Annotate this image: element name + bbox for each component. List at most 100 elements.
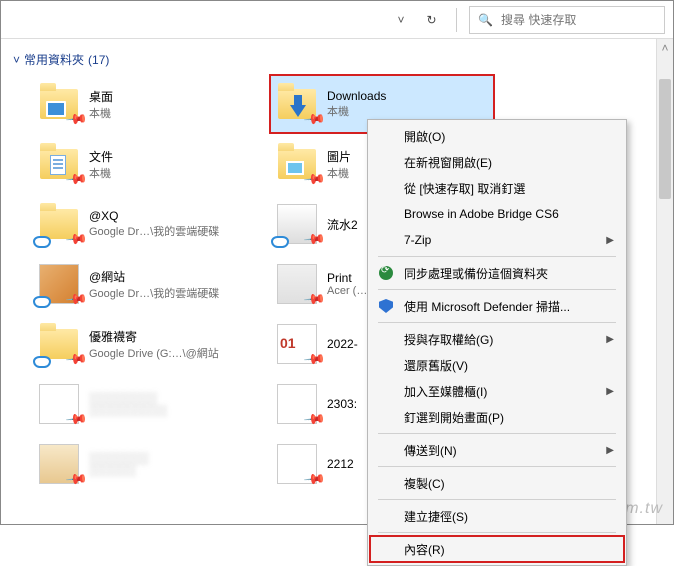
group-count: (17) <box>88 53 109 67</box>
item-icon: 📌 <box>37 322 81 366</box>
item-text: @網站 Google Dr…\我的雲端硬碟 <box>89 268 251 301</box>
item-title: @XQ <box>89 209 251 223</box>
cloud-icon <box>33 236 51 248</box>
item-title: @網站 <box>89 268 251 285</box>
item-text: 優雅襪寄 Google Drive (G:…\@網站 <box>89 328 251 361</box>
folder-item[interactable]: 📌 ░░░░░░░░ ░░░░░░░░░░ <box>33 376 255 432</box>
item-icon: 📌 <box>37 82 81 126</box>
folder-item[interactable]: 📌 優雅襪寄 Google Drive (G:…\@網站 <box>33 316 255 372</box>
menu-label: 內容(R) <box>404 541 445 558</box>
menu-item[interactable]: 內容(R) <box>370 536 624 562</box>
menu-separator <box>378 466 616 467</box>
scroll-up-icon[interactable]: ˄ <box>657 39 673 56</box>
menu-label: 加入至媒體櫃(I) <box>404 383 487 400</box>
item-subtitle: Google Dr…\我的雲端硬碟 <box>89 223 251 239</box>
menu-label: 開啟(O) <box>404 128 445 145</box>
menu-separator <box>378 532 616 533</box>
search-icon: 🔍 <box>478 13 493 27</box>
item-icon: 📌 <box>37 442 81 486</box>
item-icon: 📌 <box>275 82 319 126</box>
menu-item[interactable]: 加入至媒體櫃(I) ▶ <box>370 378 624 404</box>
menu-label: 使用 Microsoft Defender 掃描... <box>404 298 570 315</box>
refresh-button[interactable]: ↻ <box>419 7 444 33</box>
item-icon: 📌 <box>275 142 319 186</box>
menu-item[interactable]: 複製(C) <box>370 470 624 496</box>
menu-separator <box>378 499 616 500</box>
item-subtitle: 本機 <box>89 165 251 181</box>
menu-label: 授與存取權給(G) <box>404 331 493 348</box>
folder-item[interactable]: 📌 文件 本機 <box>33 136 255 192</box>
chevron-right-icon: ▶ <box>606 386 614 397</box>
item-text: @XQ Google Dr…\我的雲端硬碟 <box>89 209 251 239</box>
menu-label: 7-Zip <box>404 233 431 247</box>
chevron-down-icon: ˅ <box>13 53 20 67</box>
item-subtitle: Google Dr…\我的雲端硬碟 <box>89 285 251 301</box>
menu-label: 釘選到開始畫面(P) <box>404 409 504 426</box>
item-icon: 📌 <box>275 262 319 306</box>
menu-label: 傳送到(N) <box>404 442 457 459</box>
folder-item[interactable]: 📌 @網站 Google Dr…\我的雲端硬碟 <box>33 256 255 312</box>
menu-item[interactable]: 傳送到(N)▶ <box>370 437 624 463</box>
address-dropdown[interactable]: ˅ <box>389 8 413 32</box>
menu-item[interactable]: 從 [快速存取] 取消釘選 <box>370 175 624 201</box>
menu-label: 同步處理或備份這個資料夾 <box>404 265 548 282</box>
item-title: 桌面 <box>89 88 251 105</box>
menu-item[interactable]: 開啟(O) <box>370 123 624 149</box>
cloud-icon <box>33 296 51 308</box>
chevron-right-icon: ▶ <box>606 235 614 246</box>
folder-item[interactable]: 📌 桌面 本機 <box>33 76 255 132</box>
search-input[interactable] <box>501 13 656 27</box>
item-subtitle: ░░░░░░ <box>89 465 251 477</box>
item-icon: 📌 <box>37 382 81 426</box>
item-icon: 📌 <box>37 262 81 306</box>
menu-label: 建立捷徑(S) <box>404 508 468 525</box>
folder-item[interactable]: 📌 @XQ Google Dr…\我的雲端硬碟 <box>33 196 255 252</box>
folder-item[interactable]: 📌 ░░░░░░░ ░░░░░░ <box>33 436 255 492</box>
sync-icon <box>378 265 394 281</box>
scroll-thumb[interactable] <box>659 79 671 199</box>
item-text: ░░░░░░░░ ░░░░░░░░░░ <box>89 391 251 417</box>
group-header[interactable]: ˅ 常用資料夾 (17) <box>13 47 661 76</box>
chevron-right-icon: ▶ <box>606 334 614 345</box>
item-subtitle: 本機 <box>327 103 489 119</box>
item-subtitle: Google Drive (G:…\@網站 <box>89 345 251 361</box>
item-text: 文件 本機 <box>89 148 251 181</box>
item-title: ░░░░░░░░ <box>89 391 251 405</box>
menu-item[interactable]: 7-Zip ▶ <box>370 227 624 253</box>
cloud-icon <box>271 236 289 248</box>
item-icon: 📌 <box>275 442 319 486</box>
menu-item[interactable]: 釘選到開始畫面(P) <box>370 404 624 430</box>
menu-separator <box>378 433 616 434</box>
item-subtitle: 本機 <box>89 105 251 121</box>
menu-separator <box>378 256 616 257</box>
shield-icon <box>378 298 394 314</box>
group-title: 常用資料夾 <box>24 51 84 68</box>
menu-label: 複製(C) <box>404 475 445 492</box>
item-icon: 📌 <box>275 322 319 366</box>
item-icon: 📌 <box>275 382 319 426</box>
menu-item[interactable]: 在新視窗開啟(E) <box>370 149 624 175</box>
item-icon: 📌 <box>37 202 81 246</box>
menu-item[interactable]: 同步處理或備份這個資料夾 <box>370 260 624 286</box>
menu-item[interactable]: 使用 Microsoft Defender 掃描... <box>370 293 624 319</box>
item-subtitle: ░░░░░░░░░░ <box>89 405 251 417</box>
item-title: 優雅襪寄 <box>89 328 251 345</box>
menu-item[interactable]: 還原舊版(V) <box>370 352 624 378</box>
context-menu: 開啟(O) 在新視窗開啟(E) 從 [快速存取] 取消釘選 Browse in Ado… <box>367 119 627 566</box>
menu-separator <box>378 322 616 323</box>
item-text: ░░░░░░░ ░░░░░░ <box>89 451 251 477</box>
menu-label: 還原舊版(V) <box>404 357 468 374</box>
item-title: Downloads <box>327 89 489 103</box>
search-box[interactable]: 🔍 <box>469 6 665 34</box>
item-icon: 📌 <box>275 202 319 246</box>
item-icon: 📌 <box>37 142 81 186</box>
cloud-icon <box>33 356 51 368</box>
menu-label: 在新視窗開啟(E) <box>404 154 492 171</box>
menu-item[interactable]: 建立捷徑(S) <box>370 503 624 529</box>
toolbar: ˅ ↻ 🔍 <box>1 1 673 39</box>
menu-label: Browse in Adobe Bridge CS6 <box>404 207 559 221</box>
menu-item[interactable]: Browse in Adobe Bridge CS6 <box>370 201 624 227</box>
item-text: 桌面 本機 <box>89 88 251 121</box>
menu-item[interactable]: 授與存取權給(G) ▶ <box>370 326 624 352</box>
scrollbar[interactable]: ˄ <box>656 39 673 524</box>
